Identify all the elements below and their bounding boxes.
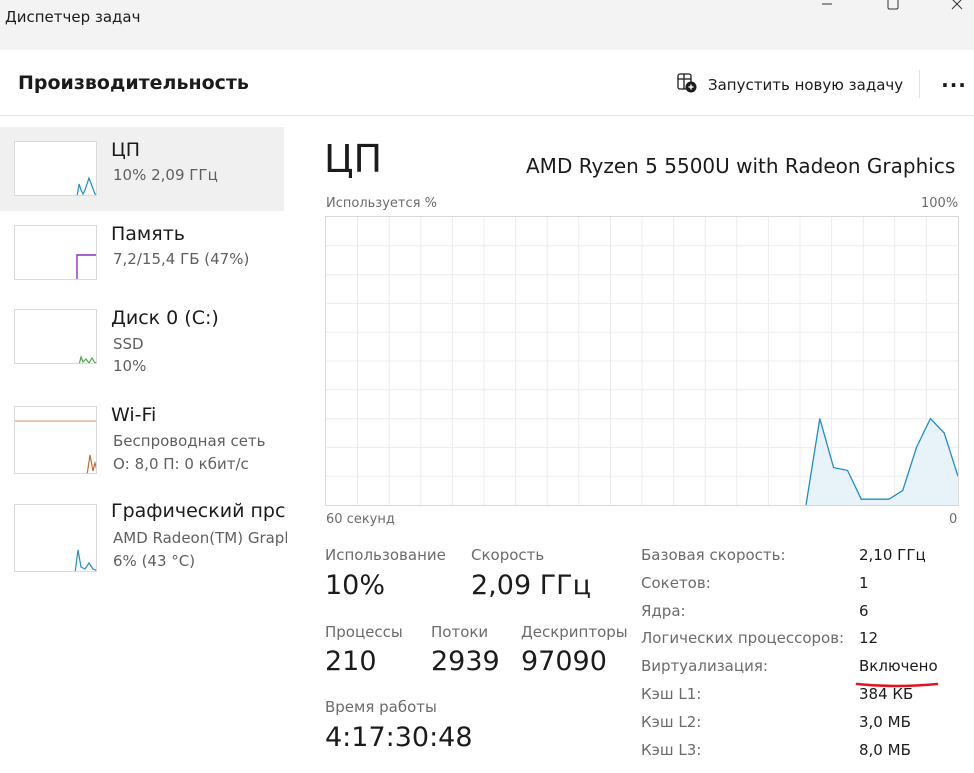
spec-value-sockets: 1 xyxy=(859,574,869,592)
graph-x-label: 60 секунд xyxy=(326,512,395,527)
minimize-icon[interactable] xyxy=(812,0,842,14)
cpu-usage-chart xyxy=(326,217,959,506)
cpu-model-name: AMD Ryzen 5 5500U with Radeon Graphics xyxy=(526,154,956,178)
uptime-value: 4:17:30:48 xyxy=(325,722,473,753)
disk-thumbnail-graph xyxy=(14,309,97,364)
spec-label-l1-cache: Кэш L1: xyxy=(641,685,702,703)
sidebar-item-detail: О: 8,0 П: 0 кбит/с xyxy=(113,455,249,473)
sidebar-item-subtitle: SSD xyxy=(113,335,144,353)
uptime-label: Время работы xyxy=(325,698,437,716)
new-task-icon xyxy=(676,72,698,98)
sidebar-item-title: Графический прс xyxy=(111,500,286,522)
app-title: Диспетчер задач xyxy=(5,8,141,26)
threads-value: 2939 xyxy=(431,646,500,677)
threads-label: Потоки xyxy=(431,623,489,641)
speed-value: 2,09 ГГц xyxy=(471,570,592,601)
spec-label-cores: Ядра: xyxy=(641,602,686,620)
sidebar-item-title: Wi-Fi xyxy=(111,404,157,426)
spec-value-l2-cache: 3,0 МБ xyxy=(859,713,911,731)
usage-value: 10% xyxy=(325,570,386,601)
spec-label-l2-cache: Кэш L2: xyxy=(641,713,702,731)
sidebar-item-title: Диск 0 (C:) xyxy=(111,307,219,329)
graph-y-max-label: 100% xyxy=(921,196,959,211)
spec-value-base-speed: 2,10 ГГц xyxy=(859,546,926,564)
sidebar-item-subtitle: 7,2/15,4 ГБ (47%) xyxy=(113,250,250,268)
speed-label: Скорость xyxy=(471,546,545,564)
header-divider xyxy=(919,70,920,98)
sidebar-item-subtitle: AMD Radeon(TM) Grapl xyxy=(113,529,287,547)
cpu-thumbnail-graph xyxy=(14,141,97,196)
graph-x-min-label: 0 xyxy=(949,512,958,527)
sidebar-item-cpu[interactable]: ЦП 10% 2,09 ГГц xyxy=(0,127,284,211)
handles-label: Дескрипторы xyxy=(521,623,628,641)
usage-label: Использование xyxy=(325,546,446,564)
run-new-task-button[interactable]: Запустить новую задачу xyxy=(676,72,903,98)
sidebar-item-title: ЦП xyxy=(111,139,141,161)
maximize-icon[interactable] xyxy=(878,0,908,14)
sidebar-item-subtitle: 10% 2,09 ГГц xyxy=(113,166,218,184)
sidebar-item-title: Память xyxy=(111,223,185,245)
sidebar-item-subtitle: Беспроводная сеть xyxy=(113,432,266,450)
more-options-button[interactable]: ··· xyxy=(940,72,968,98)
spec-label-sockets: Сокетов: xyxy=(641,574,711,592)
memory-thumbnail-graph xyxy=(14,225,97,280)
page-header: Производительность Запустить новую задач… xyxy=(0,50,974,116)
sidebar-item-disk[interactable]: Диск 0 (C:) SSD 10% xyxy=(0,295,284,379)
sidebar-item-memory[interactable]: Память 7,2/15,4 ГБ (47%) xyxy=(0,211,284,295)
graph-y-label: Используется % xyxy=(326,196,437,211)
sidebar-item-wifi[interactable]: Wi-Fi Беспроводная сеть О: 8,0 П: 0 кбит… xyxy=(0,392,284,476)
main-title: ЦП xyxy=(324,137,383,181)
spec-value-cores: 6 xyxy=(859,602,869,620)
cpu-usage-area xyxy=(806,418,958,505)
sidebar-item-gpu[interactable]: Графический прс AMD Radeon(TM) Grapl 6% … xyxy=(0,490,287,574)
sidebar-item-detail: 10% xyxy=(113,357,147,375)
run-new-task-label: Запустить новую задачу xyxy=(708,76,904,94)
cpu-usage-graph xyxy=(325,216,959,506)
spec-value-virtualization: Включено xyxy=(859,657,938,675)
wifi-thumbnail-graph xyxy=(14,406,97,474)
spec-label-l3-cache: Кэш L3: xyxy=(641,741,702,759)
spec-label-base-speed: Базовая скорость: xyxy=(641,546,786,564)
spec-label-virtualization: Виртуализация: xyxy=(641,657,768,675)
spec-value-l1-cache: 384 КБ xyxy=(859,685,914,703)
spec-label-logical-processors: Логических процессоров: xyxy=(641,629,845,647)
spec-value-logical-processors: 12 xyxy=(859,629,879,647)
close-icon[interactable] xyxy=(942,0,972,14)
title-bar: Диспетчер задач xyxy=(0,0,974,50)
gpu-thumbnail-graph xyxy=(14,504,97,572)
processes-label: Процессы xyxy=(325,623,403,641)
sidebar-item-detail: 6% (43 °C) xyxy=(113,552,196,570)
processes-value: 210 xyxy=(325,646,377,677)
page-title: Производительность xyxy=(18,72,249,94)
spec-value-l3-cache: 8,0 МБ xyxy=(859,741,911,759)
handles-value: 97090 xyxy=(521,646,607,677)
annotation-underline xyxy=(855,674,939,688)
